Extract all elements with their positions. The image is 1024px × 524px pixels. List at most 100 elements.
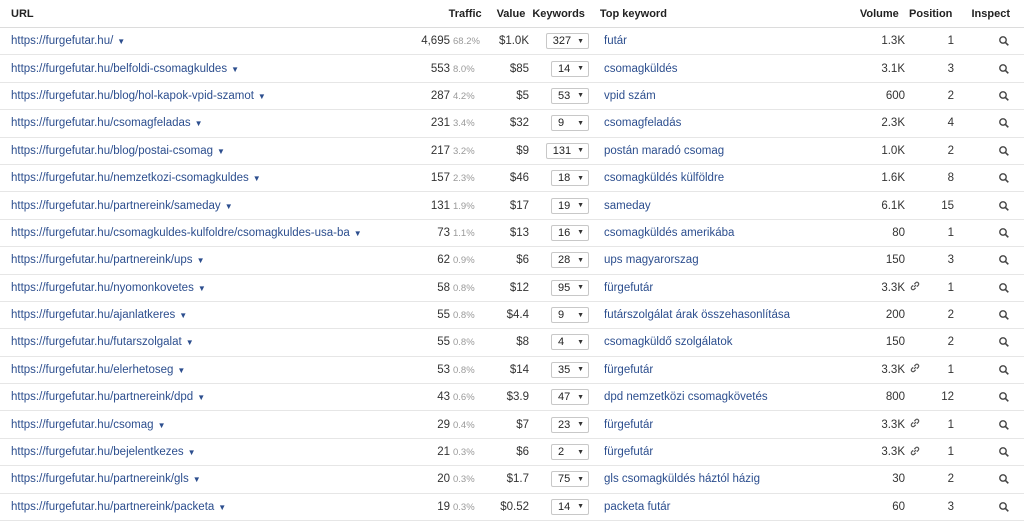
top-keyword-link[interactable]: csomagfeladás: [604, 117, 681, 129]
top-keyword-link[interactable]: csomagküldés amerikába: [604, 227, 734, 239]
magnifier-icon[interactable]: [998, 145, 1010, 157]
caret-down-icon[interactable]: ▼: [225, 202, 233, 211]
keywords-dropdown[interactable]: 16 ▼: [551, 224, 589, 241]
page-url-link[interactable]: https://furgefutar.hu/blog/postai-csomag: [11, 145, 213, 157]
caret-down-icon[interactable]: ▼: [197, 256, 205, 265]
header-volume[interactable]: Volume: [823, 8, 899, 20]
caret-down-icon[interactable]: ▼: [193, 475, 201, 484]
page-url-link[interactable]: https://furgefutar.hu/futarszolgalat: [11, 336, 182, 348]
magnifier-icon[interactable]: [998, 446, 1010, 458]
keywords-cell: 19 ▼: [529, 197, 589, 214]
traffic-cell: 217 3.2%: [410, 145, 485, 157]
keywords-dropdown[interactable]: 14 ▼: [551, 498, 589, 515]
caret-down-icon[interactable]: ▼: [354, 229, 362, 238]
keywords-dropdown[interactable]: 95 ▼: [551, 279, 589, 296]
caret-down-icon[interactable]: ▼: [186, 338, 194, 347]
page-url-link[interactable]: https://furgefutar.hu/belfoldi-csomagkul…: [11, 63, 227, 75]
caret-down-icon[interactable]: ▼: [158, 421, 166, 430]
top-keyword-link[interactable]: sameday: [604, 200, 651, 212]
magnifier-icon[interactable]: [998, 364, 1010, 376]
header-traffic[interactable]: Traffic: [407, 8, 482, 20]
keywords-dropdown[interactable]: 327 ▼: [545, 33, 589, 50]
top-keyword-link[interactable]: fürgefutár: [604, 446, 653, 458]
caret-down-icon[interactable]: ▼: [258, 92, 266, 101]
top-keyword-link[interactable]: futár: [604, 35, 627, 47]
page-url-link[interactable]: https://furgefutar.hu/: [11, 35, 113, 47]
keywords-dropdown[interactable]: 23 ▼: [551, 416, 589, 433]
caret-down-icon[interactable]: ▼: [198, 284, 206, 293]
keywords-dropdown[interactable]: 4 ▼: [551, 334, 589, 351]
caret-down-icon[interactable]: ▼: [177, 366, 185, 375]
caret-down-icon[interactable]: ▼: [197, 393, 205, 402]
caret-down-icon[interactable]: ▼: [179, 311, 187, 320]
page-url-link[interactable]: https://furgefutar.hu/partnereink/dpd: [11, 391, 193, 403]
keywords-dropdown[interactable]: 14 ▼: [551, 60, 589, 77]
keywords-dropdown[interactable]: 53 ▼: [551, 87, 589, 104]
header-position[interactable]: Position: [899, 8, 955, 20]
caret-down-icon[interactable]: ▼: [188, 448, 196, 457]
magnifier-icon[interactable]: [998, 391, 1010, 403]
keywords-dropdown[interactable]: 2 ▼: [551, 444, 589, 461]
caret-down-icon[interactable]: ▼: [117, 37, 125, 46]
magnifier-icon[interactable]: [998, 282, 1010, 294]
caret-down-icon[interactable]: ▼: [195, 119, 203, 128]
keywords-dropdown[interactable]: 9 ▼: [551, 307, 589, 324]
page-url-link[interactable]: https://furgefutar.hu/partnereink/sameda…: [11, 200, 221, 212]
caret-down-icon[interactable]: ▼: [218, 503, 226, 512]
page-url-link[interactable]: https://furgefutar.hu/partnereink/packet…: [11, 501, 214, 513]
top-keyword-link[interactable]: ups magyarorszag: [604, 254, 699, 266]
magnifier-icon[interactable]: [998, 200, 1010, 212]
top-keyword-link[interactable]: csomagküldés külföldre: [604, 172, 724, 184]
magnifier-icon[interactable]: [998, 63, 1010, 75]
magnifier-icon[interactable]: [998, 117, 1010, 129]
top-keyword-link[interactable]: gls csomagküldés háztól házig: [604, 473, 760, 485]
magnifier-icon[interactable]: [998, 90, 1010, 102]
page-url-link[interactable]: https://furgefutar.hu/partnereink/ups: [11, 254, 193, 266]
page-url-link[interactable]: https://furgefutar.hu/ajanlatkeres: [11, 309, 175, 321]
caret-down-icon[interactable]: ▼: [231, 65, 239, 74]
magnifier-icon[interactable]: [998, 35, 1010, 47]
page-url-link[interactable]: https://furgefutar.hu/csomag: [11, 419, 154, 431]
top-keyword-link[interactable]: postán maradó csomag: [604, 145, 724, 157]
top-keyword-link[interactable]: csomagküldés: [604, 63, 678, 75]
top-keyword-link[interactable]: fürgefutár: [604, 364, 653, 376]
magnifier-icon[interactable]: [998, 473, 1010, 485]
caret-down-icon[interactable]: ▼: [217, 147, 225, 156]
page-url-link[interactable]: https://furgefutar.hu/blog/hol-kapok-vpi…: [11, 90, 254, 102]
magnifier-icon[interactable]: [998, 336, 1010, 348]
top-keyword-link[interactable]: packeta futár: [604, 501, 670, 513]
keywords-dropdown[interactable]: 9 ▼: [551, 115, 589, 132]
page-url-link[interactable]: https://furgefutar.hu/csomagfeladas: [11, 117, 191, 129]
page-url-link[interactable]: https://furgefutar.hu/elerhetoseg: [11, 364, 173, 376]
keywords-dropdown[interactable]: 35 ▼: [551, 361, 589, 378]
keywords-dropdown[interactable]: 131 ▼: [545, 142, 589, 159]
magnifier-icon[interactable]: [998, 309, 1010, 321]
header-url[interactable]: URL: [0, 8, 407, 20]
header-value[interactable]: Value: [482, 8, 526, 20]
magnifier-icon[interactable]: [998, 227, 1010, 239]
top-keyword-link[interactable]: vpid szám: [604, 90, 656, 102]
magnifier-icon[interactable]: [998, 172, 1010, 184]
page-url-link[interactable]: https://furgefutar.hu/nemzetkozi-csomagk…: [11, 172, 249, 184]
magnifier-icon[interactable]: [998, 419, 1010, 431]
magnifier-icon[interactable]: [998, 254, 1010, 266]
header-top-keyword[interactable]: Top keyword: [585, 8, 823, 20]
keywords-dropdown[interactable]: 19 ▼: [551, 197, 589, 214]
keywords-dropdown[interactable]: 47 ▼: [551, 389, 589, 406]
top-keyword-link[interactable]: csomagküldő szolgálatok: [604, 336, 733, 348]
chevron-down-icon: ▼: [577, 65, 584, 73]
top-keyword-link[interactable]: fürgefutár: [604, 419, 653, 431]
keywords-dropdown[interactable]: 18 ▼: [551, 170, 589, 187]
header-keywords[interactable]: Keywords: [525, 8, 585, 20]
caret-down-icon[interactable]: ▼: [253, 174, 261, 183]
magnifier-icon[interactable]: [998, 501, 1010, 513]
top-keyword-link[interactable]: futárszolgálat árak összehasonlítása: [604, 309, 790, 321]
page-url-link[interactable]: https://furgefutar.hu/partnereink/gls: [11, 473, 189, 485]
keywords-dropdown[interactable]: 75 ▼: [551, 471, 589, 488]
top-keyword-link[interactable]: dpd nemzetközi csomagkövetés: [604, 391, 768, 403]
page-url-link[interactable]: https://furgefutar.hu/bejelentkezes: [11, 446, 184, 458]
keywords-dropdown[interactable]: 28 ▼: [551, 252, 589, 269]
top-keyword-link[interactable]: fürgefutár: [604, 282, 653, 294]
page-url-link[interactable]: https://furgefutar.hu/nyomonkovetes: [11, 282, 194, 294]
page-url-link[interactable]: https://furgefutar.hu/csomagkuldes-kulfo…: [11, 227, 350, 239]
